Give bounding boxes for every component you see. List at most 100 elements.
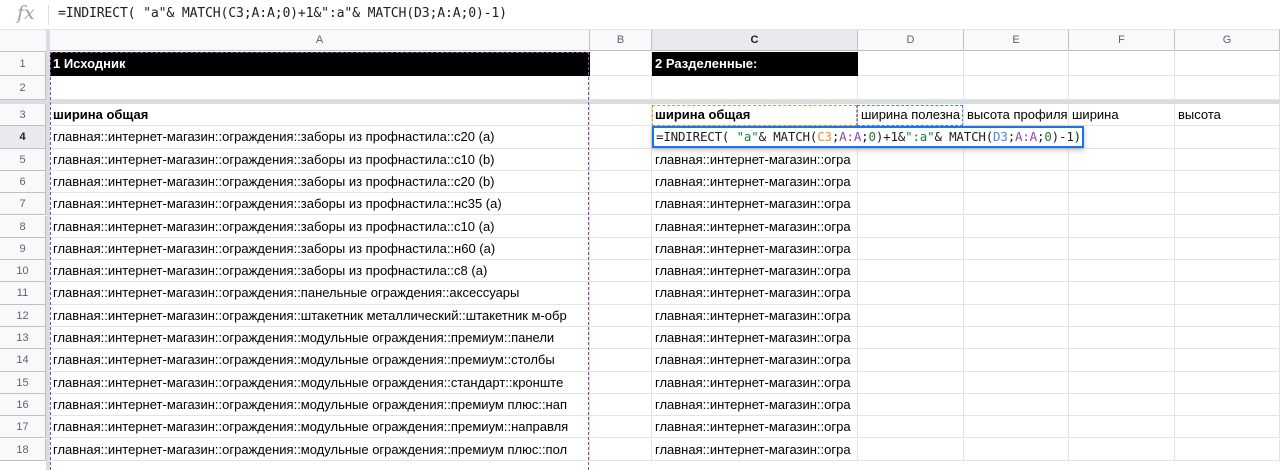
cell-c7[interactable]: главная::интернет-магазин::огра (652, 193, 858, 216)
cell-f9[interactable] (1069, 237, 1175, 261)
cell-f12[interactable] (1069, 304, 1175, 327)
cell-g14[interactable] (1175, 349, 1280, 372)
freeze-column-divider[interactable] (46, 30, 50, 470)
cell-e7[interactable] (964, 193, 1069, 216)
cell-g5[interactable] (1175, 148, 1280, 171)
cell-d8[interactable] (858, 215, 964, 238)
cell-g6[interactable] (1175, 170, 1280, 194)
cell-d5[interactable] (858, 148, 964, 171)
cell-c2[interactable] (652, 76, 858, 100)
formula-input[interactable]: =INDIRECT( "a"& MATCH(C3;A:A;0)+1&":a"& … (58, 6, 507, 21)
cell-b14[interactable] (590, 349, 652, 372)
cell-a14[interactable]: главная::интернет-магазин::ограждения::м… (50, 349, 590, 372)
cell-c5[interactable]: главная::интернет-магазин::огра (652, 148, 858, 171)
cell-f3[interactable]: ширина (1069, 104, 1175, 127)
row-header-15[interactable]: 15 (0, 371, 46, 394)
cell-g17[interactable] (1175, 416, 1280, 439)
row-header-7[interactable]: 7 (0, 193, 46, 216)
cell-g13[interactable] (1175, 327, 1280, 350)
cell-c8[interactable]: главная::интернет-магазин::огра (652, 215, 858, 238)
cell-b8[interactable] (590, 215, 652, 238)
cell-b16[interactable] (590, 393, 652, 417)
cell-b5[interactable] (590, 148, 652, 171)
cell-c6[interactable]: главная::интернет-магазин::огра (652, 170, 858, 194)
row-header-13[interactable]: 13 (0, 327, 46, 350)
cell-d2[interactable] (858, 76, 964, 100)
row-header-1[interactable]: 1 (0, 52, 46, 76)
cell-a13[interactable]: главная::интернет-магазин::ограждения::м… (50, 327, 590, 350)
column-header-f[interactable]: F (1069, 30, 1175, 51)
spreadsheet-grid[interactable]: ABCDEFG11 Исходник 2 Разделенные: 2 3 ширина… (0, 30, 1280, 470)
row-header-5[interactable]: 5 (0, 148, 46, 171)
column-header-c[interactable]: C (652, 30, 858, 51)
cell-e1[interactable] (964, 52, 1069, 76)
cell-e5[interactable] (964, 148, 1069, 171)
cell-a18[interactable]: главная::интернет-магазин::ограждения::м… (50, 438, 590, 461)
row-header-10[interactable]: 10 (0, 260, 46, 283)
cell-g15[interactable] (1175, 371, 1280, 394)
cell-a6[interactable]: главная::интернет-магазин::ограждения::з… (50, 170, 590, 194)
cell-e14[interactable] (964, 349, 1069, 372)
cell-c12[interactable]: главная::интернет-магазин::огра (652, 304, 858, 327)
freeze-row-divider[interactable] (0, 100, 1280, 104)
cell-d12[interactable] (858, 304, 964, 327)
cell-b11[interactable] (590, 282, 652, 305)
cell-a8[interactable]: главная::интернет-магазин::ограждения::з… (50, 215, 590, 238)
cell-e11[interactable] (964, 282, 1069, 305)
cell-b13[interactable] (590, 327, 652, 350)
cell-f4[interactable] (1069, 126, 1175, 149)
cell-b1[interactable] (590, 52, 652, 76)
cell-a2[interactable] (50, 76, 590, 100)
cell-b2[interactable] (590, 76, 652, 100)
cell-a11[interactable]: главная::интернет-магазин::ограждения::п… (50, 282, 590, 305)
cell-d6[interactable] (858, 170, 964, 194)
cell-d16[interactable] (858, 393, 964, 417)
cell-d18[interactable] (858, 438, 964, 461)
cell-g3[interactable]: высота (1175, 104, 1280, 127)
cell-f5[interactable] (1069, 148, 1175, 171)
row-header-18[interactable]: 18 (0, 438, 46, 461)
cell-c17[interactable]: главная::интернет-магазин::огра (652, 416, 858, 439)
column-header-d[interactable]: D (858, 30, 964, 51)
cell-e9[interactable] (964, 237, 1069, 261)
cell-editor-c4[interactable]: =INDIRECT( "a"& MATCH(C3;A:A;0)+1&":a"& … (652, 126, 1084, 148)
cell-d3[interactable]: ширина полезна (858, 104, 964, 127)
cell-g16[interactable] (1175, 393, 1280, 417)
cell-a3[interactable]: ширина общая (50, 104, 590, 127)
cell-c15[interactable]: главная::интернет-магазин::огра (652, 371, 858, 394)
cell-f1[interactable] (1069, 52, 1175, 76)
cell-f7[interactable] (1069, 193, 1175, 216)
cell-d11[interactable] (858, 282, 964, 305)
cell-d14[interactable] (858, 349, 964, 372)
row-header-6[interactable]: 6 (0, 170, 46, 194)
row-header-9[interactable]: 9 (0, 237, 46, 261)
cell-g1[interactable] (1175, 52, 1280, 76)
row-header-2[interactable]: 2 (0, 76, 46, 100)
cell-f2[interactable] (1069, 76, 1175, 100)
row-header-16[interactable]: 16 (0, 393, 46, 417)
cell-a12[interactable]: главная::интернет-магазин::ограждения::ш… (50, 304, 590, 327)
cell-a10[interactable]: главная::интернет-магазин::ограждения::з… (50, 260, 590, 283)
row-header-4[interactable]: 4 (0, 126, 46, 149)
row-header-17[interactable]: 17 (0, 416, 46, 439)
cell-f14[interactable] (1069, 349, 1175, 372)
cell-c13[interactable]: главная::интернет-магазин::огра (652, 327, 858, 350)
cell-d7[interactable] (858, 193, 964, 216)
cell-c9[interactable]: главная::интернет-магазин::огра (652, 237, 858, 261)
cell-b6[interactable] (590, 170, 652, 194)
cell-b7[interactable] (590, 193, 652, 216)
cell-f18[interactable] (1069, 438, 1175, 461)
cell-c3[interactable]: ширина общая (652, 104, 858, 127)
cell-e18[interactable] (964, 438, 1069, 461)
cell-b15[interactable] (590, 371, 652, 394)
cell-f11[interactable] (1069, 282, 1175, 305)
row-header-3[interactable]: 3 (0, 104, 46, 127)
cell-b3[interactable] (590, 104, 652, 127)
cell-f16[interactable] (1069, 393, 1175, 417)
cell-c10[interactable]: главная::интернет-магазин::огра (652, 260, 858, 283)
cell-f10[interactable] (1069, 260, 1175, 283)
cell-g8[interactable] (1175, 215, 1280, 238)
cell-g12[interactable] (1175, 304, 1280, 327)
row-header-12[interactable]: 12 (0, 304, 46, 327)
cell-a9[interactable]: главная::интернет-магазин::ограждения::з… (50, 237, 590, 261)
